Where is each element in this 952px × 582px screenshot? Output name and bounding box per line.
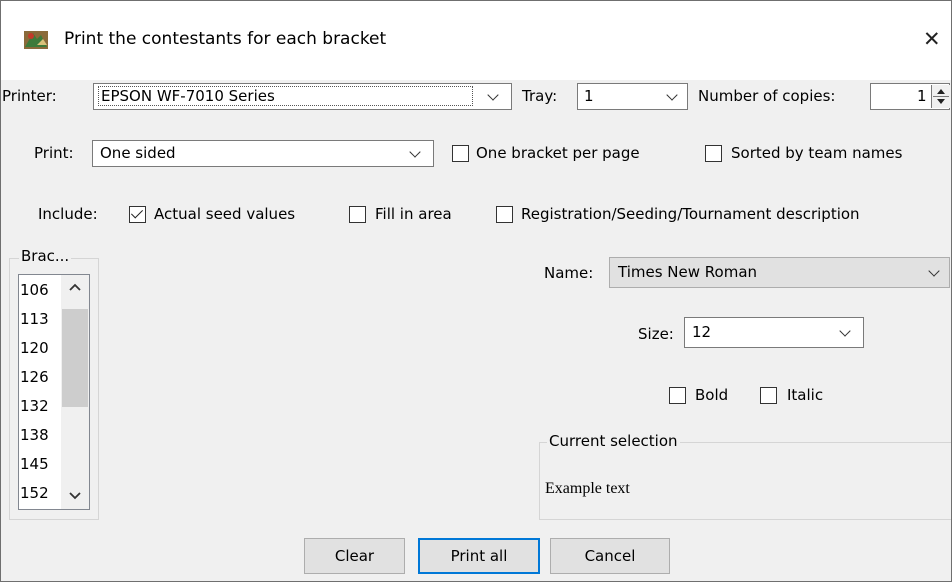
copies-label: Number of copies: xyxy=(698,87,836,105)
include-label: Include: xyxy=(38,205,98,223)
close-button[interactable]: ✕ xyxy=(916,24,946,54)
tray-select[interactable]: 1 xyxy=(577,83,688,110)
font-preview-text: Example text xyxy=(545,480,630,497)
copies-value: 1 xyxy=(917,87,927,105)
list-item[interactable]: 106 xyxy=(19,278,60,302)
list-item[interactable]: 126 xyxy=(19,365,60,389)
font-size-select[interactable]: 12 xyxy=(684,317,864,348)
scroll-up-icon[interactable] xyxy=(61,277,89,297)
scroll-down-icon[interactable] xyxy=(61,485,89,505)
registration-label[interactable]: Registration/Seeding/Tournament descript… xyxy=(521,204,860,224)
tray-value: 1 xyxy=(584,87,594,105)
printer-value: EPSON WF-7010 Series xyxy=(101,87,275,105)
printer-select[interactable]: EPSON WF-7010 Series xyxy=(93,83,512,110)
font-name-select[interactable]: Times New Roman xyxy=(609,257,950,288)
fill-in-area-checkbox[interactable] xyxy=(349,206,366,223)
fill-in-area-label[interactable]: Fill in area xyxy=(375,204,452,224)
brackets-groupbox-title: Brac... xyxy=(19,246,72,266)
one-bracket-per-page-label[interactable]: One bracket per page xyxy=(476,143,640,163)
list-item[interactable]: 120 xyxy=(19,336,60,360)
clear-button[interactable]: Clear xyxy=(304,538,405,574)
font-name-label: Name: xyxy=(544,264,594,282)
list-item[interactable]: 138 xyxy=(19,423,60,447)
cancel-button[interactable]: Cancel xyxy=(550,538,670,574)
current-selection-title: Current selection xyxy=(547,431,680,451)
list-item[interactable]: 132 xyxy=(19,394,60,418)
sorted-by-team-names-checkbox[interactable] xyxy=(705,145,722,162)
print-mode-select[interactable]: One sided xyxy=(92,140,434,167)
print-label: Print: xyxy=(34,144,74,162)
actual-seed-values-label[interactable]: Actual seed values xyxy=(154,204,295,224)
brackets-list-items: 106 113 120 126 132 138 145 152 xyxy=(19,275,61,509)
list-item[interactable]: 113 xyxy=(19,307,60,331)
spinner-arrows-icon xyxy=(933,89,949,104)
print-mode-value: One sided xyxy=(100,144,176,162)
font-size-value: 12 xyxy=(692,323,712,341)
copies-spinner[interactable]: 1 xyxy=(870,83,950,110)
print-all-button[interactable]: Print all xyxy=(418,538,540,574)
chevron-down-icon xyxy=(839,325,851,337)
italic-checkbox[interactable] xyxy=(760,387,777,404)
font-size-label: Size: xyxy=(638,325,674,343)
spinner-buttons[interactable] xyxy=(931,85,950,108)
bold-checkbox[interactable] xyxy=(669,387,686,404)
one-bracket-per-page-checkbox[interactable] xyxy=(452,145,469,162)
brackets-scrollbar[interactable] xyxy=(61,275,89,509)
chevron-down-icon xyxy=(487,89,499,101)
chevron-down-icon xyxy=(409,146,421,158)
list-item[interactable]: 152 xyxy=(19,481,60,505)
sorted-by-team-names-label[interactable]: Sorted by team names xyxy=(731,143,902,163)
brackets-list[interactable]: 106 113 120 126 132 138 145 152 xyxy=(18,274,90,510)
tray-label: Tray: xyxy=(522,87,558,105)
app-icon xyxy=(23,27,49,53)
list-item[interactable]: 145 xyxy=(19,452,60,476)
chevron-down-icon xyxy=(666,89,678,101)
close-icon: ✕ xyxy=(923,27,941,51)
window-title: Print the contestants for each bracket xyxy=(64,29,387,49)
chevron-down-icon xyxy=(928,265,940,277)
scrollbar-thumb[interactable] xyxy=(62,309,88,407)
bold-label[interactable]: Bold xyxy=(695,385,728,405)
italic-label[interactable]: Italic xyxy=(787,385,823,405)
registration-checkbox[interactable] xyxy=(496,206,513,223)
actual-seed-values-checkbox[interactable] xyxy=(129,206,146,223)
printer-label: Printer: xyxy=(2,87,57,105)
font-name-value: Times New Roman xyxy=(618,263,758,281)
